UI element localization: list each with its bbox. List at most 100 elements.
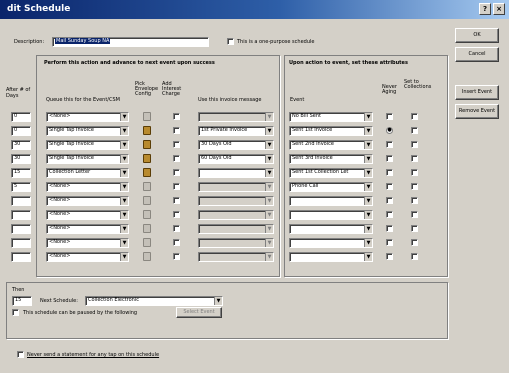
interest-checkbox[interactable] [173, 211, 180, 218]
event-select[interactable]: ▼ [289, 196, 373, 206]
never-aging-checkbox[interactable] [386, 169, 393, 176]
event-select[interactable]: ▼ [289, 210, 373, 220]
never-aging-checkbox[interactable] [386, 113, 393, 120]
event-select[interactable]: Phone Call ▼ [289, 182, 373, 192]
collections-checkbox[interactable] [411, 253, 418, 260]
days-field[interactable] [11, 210, 31, 220]
message-select[interactable]: ▼ [198, 238, 274, 248]
select-event-button[interactable]: Select Event [176, 307, 222, 318]
event-select[interactable]: Sent 2nd Invoice ▼ [289, 140, 373, 150]
interest-checkbox[interactable] [173, 253, 180, 260]
description-field[interactable]: Mail Sunday Soup NA [52, 37, 209, 47]
action-select[interactable]: <None> ▼ [46, 224, 129, 234]
collections-checkbox[interactable] [411, 197, 418, 204]
action-select[interactable]: <None> ▼ [46, 210, 129, 220]
envelope-icon[interactable] [143, 126, 151, 135]
event-select[interactable]: Sent 1st Invoice ▼ [289, 126, 373, 136]
action-select[interactable]: Single Tap Invoice ▼ [46, 154, 129, 164]
collections-checkbox[interactable] [411, 155, 418, 162]
pause-checkbox[interactable] [12, 309, 19, 316]
never-aging-checkbox[interactable] [386, 141, 393, 148]
envelope-icon[interactable] [143, 182, 151, 191]
collections-checkbox[interactable] [411, 183, 418, 190]
action-select[interactable]: <None> ▼ [46, 182, 129, 192]
action-select[interactable]: <None> ▼ [46, 238, 129, 248]
action-select[interactable]: <None> ▼ [46, 252, 129, 262]
days-field[interactable]: 5 [11, 182, 31, 192]
never-aging-checkbox[interactable] [386, 183, 393, 190]
interest-checkbox[interactable] [173, 113, 180, 120]
envelope-icon[interactable] [143, 196, 151, 205]
message-select[interactable]: ▼ [198, 224, 274, 234]
cancel-button[interactable]: Cancel [455, 47, 499, 62]
ok-button[interactable]: OK [455, 28, 499, 43]
interest-checkbox[interactable] [173, 225, 180, 232]
action-select[interactable]: <None> ▼ [46, 196, 129, 206]
never-aging-checkbox[interactable] [386, 239, 393, 246]
close-button[interactable]: × [493, 3, 505, 15]
envelope-icon[interactable] [143, 140, 151, 149]
event-select[interactable]: Sent 3rd Invoice ▼ [289, 154, 373, 164]
collections-checkbox[interactable] [411, 113, 418, 120]
envelope-icon[interactable] [143, 168, 151, 177]
message-select[interactable]: ▼ [198, 196, 274, 206]
collections-checkbox[interactable] [411, 169, 418, 176]
days-field[interactable] [11, 196, 31, 206]
never-aging-checkbox[interactable] [386, 225, 393, 232]
never-statement-checkbox[interactable] [17, 351, 24, 358]
days-field[interactable] [11, 224, 31, 234]
never-aging-radio-selected[interactable]: ● [386, 127, 393, 134]
collections-checkbox[interactable] [411, 127, 418, 134]
message-select[interactable]: 30 Days Old ▼ [198, 140, 274, 150]
never-aging-checkbox[interactable] [386, 253, 393, 260]
collections-checkbox[interactable] [411, 211, 418, 218]
action-select[interactable]: Single Tap Invoice ▼ [46, 126, 129, 136]
envelope-icon[interactable] [143, 252, 151, 261]
days-field[interactable]: 30 [11, 154, 31, 164]
collections-checkbox[interactable] [411, 225, 418, 232]
message-select[interactable]: ▼ [198, 210, 274, 220]
days-field[interactable]: 15 [11, 168, 31, 178]
never-aging-checkbox[interactable] [386, 155, 393, 162]
then-days-field[interactable]: 15 [12, 296, 32, 306]
never-aging-checkbox[interactable] [386, 211, 393, 218]
envelope-icon[interactable] [143, 238, 151, 247]
days-field[interactable]: 0 [11, 112, 31, 122]
envelope-icon[interactable] [143, 112, 151, 121]
interest-checkbox[interactable] [173, 197, 180, 204]
event-select[interactable]: ▼ [289, 252, 373, 262]
message-select[interactable]: ▼ [198, 252, 274, 262]
message-select[interactable]: 1st Private Invoice ▼ [198, 126, 274, 136]
event-select[interactable]: ▼ [289, 224, 373, 234]
event-select[interactable]: Sent 1st Collection Let ▼ [289, 168, 373, 178]
days-field[interactable]: 0 [11, 126, 31, 136]
envelope-icon[interactable] [143, 224, 151, 233]
days-field[interactable] [11, 252, 31, 262]
action-select[interactable]: Single Tap Invoice ▼ [46, 140, 129, 150]
interest-checkbox[interactable] [173, 183, 180, 190]
collections-checkbox[interactable] [411, 239, 418, 246]
never-aging-checkbox[interactable] [386, 197, 393, 204]
envelope-icon[interactable] [143, 154, 151, 163]
insert-event-button[interactable]: Insert Event [455, 85, 499, 100]
onetime-checkbox[interactable] [227, 38, 234, 45]
action-select[interactable]: Collection Letter ▼ [46, 168, 129, 178]
message-select[interactable]: ▼ [198, 182, 274, 192]
interest-checkbox[interactable] [173, 141, 180, 148]
interest-checkbox[interactable] [173, 169, 180, 176]
envelope-icon[interactable] [143, 210, 151, 219]
days-field[interactable]: 30 [11, 140, 31, 150]
event-select[interactable]: No Bill Sent ▼ [289, 112, 373, 122]
message-select[interactable]: 60 Days Old ▼ [198, 154, 274, 164]
interest-checkbox[interactable] [173, 155, 180, 162]
interest-checkbox[interactable] [173, 127, 180, 134]
interest-checkbox[interactable] [173, 239, 180, 246]
help-button[interactable]: ? [479, 3, 491, 15]
next-schedule-select[interactable]: Collection Electronic ▼ [85, 296, 223, 306]
remove-event-button[interactable]: Remove Event [455, 104, 499, 119]
days-field[interactable] [11, 238, 31, 248]
event-select[interactable]: ▼ [289, 238, 373, 248]
action-select[interactable]: <None> ▼ [46, 112, 129, 122]
message-select[interactable]: ▼ [198, 112, 274, 122]
message-select[interactable]: ▼ [198, 168, 274, 178]
